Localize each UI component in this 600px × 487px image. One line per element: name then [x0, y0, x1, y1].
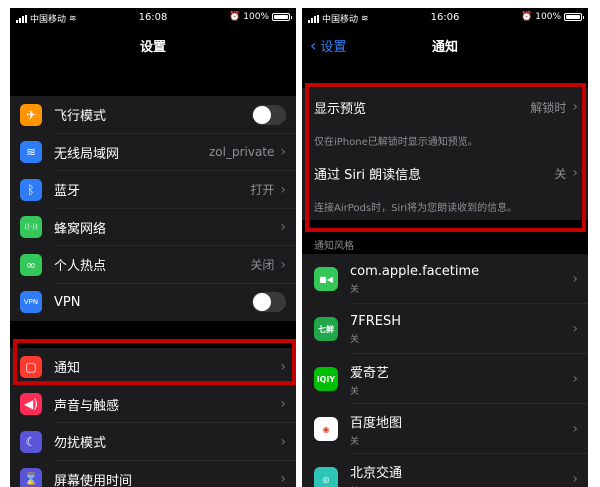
settings-row-moon[interactable]: ☾ 勿扰模式 ›	[10, 423, 296, 461]
settings-row-hotspot[interactable]: ∞ 个人热点 关闭 ›	[10, 246, 296, 284]
hourglass-icon: ⌛	[20, 468, 42, 487]
chevron-right-icon: ›	[572, 471, 578, 487]
cellular-icon: ((·))	[20, 216, 42, 239]
wifi-icon: ≋	[20, 141, 42, 164]
status-bar: 中国移动 ≋ 16:08 ⏰ 100%	[10, 8, 296, 28]
app-row-facetime[interactable]: ■◀ com.apple.facetime 关 ›	[302, 254, 588, 304]
chevron-right-icon: ›	[280, 471, 286, 487]
battery-percent: 100%	[243, 12, 269, 22]
app-notification-status: 关	[350, 436, 360, 447]
chevron-right-icon: ›	[280, 396, 286, 413]
highlight-notification-options	[305, 83, 586, 232]
7fresh-icon: 七鲜	[314, 317, 338, 341]
notification-style-label: 通知风格	[314, 241, 354, 252]
iqiyi-icon: iQIY	[314, 367, 338, 391]
app-name: 7FRESH	[350, 313, 402, 329]
settings-group-connectivity: ✈ 飞行模式 ≋ 无线局域网 zol_private › ᛒ 蓝牙 打开 › ((·)) 蜂窝网络 › ∞…	[10, 96, 296, 321]
facetime-icon: ■◀	[314, 267, 338, 291]
app-name: 百度地图	[350, 415, 403, 431]
alarm-icon: ⏰	[521, 12, 533, 22]
chevron-right-icon: ›	[280, 433, 286, 450]
settings-row-value: zol_private	[208, 145, 275, 160]
app-name: 北京交通	[350, 465, 403, 481]
beijing-transit-icon: ◎	[314, 467, 338, 487]
app-notification-status: 关	[350, 334, 360, 345]
settings-row-label: VPN	[54, 294, 81, 310]
vpn-toggle[interactable]	[252, 292, 286, 313]
app-notification-status: 关	[350, 484, 572, 487]
settings-row-vpn[interactable]: VPN VPN	[10, 284, 296, 322]
app-row-iqiyi[interactable]: iQIY 爱奇艺关 ›	[302, 354, 588, 404]
settings-row-label: 声音与触感	[54, 398, 120, 414]
notifications-screen: 中国移动 ≋ 16:06 ⏰ 100% ‹ 设置 通知 显示预览 解锁时 › 仅…	[302, 8, 588, 487]
airplane-toggle[interactable]	[252, 104, 286, 125]
app-name: com.apple.facetime	[350, 263, 480, 279]
settings-row-label: 无线局域网	[54, 146, 120, 162]
battery-percent: 100%	[535, 12, 561, 22]
settings-row-airplane[interactable]: ✈ 飞行模式	[10, 96, 296, 134]
alarm-icon: ⏰	[229, 12, 241, 22]
chevron-right-icon: ›	[280, 181, 286, 198]
bluetooth-icon: ᛒ	[20, 178, 42, 201]
moon-icon: ☾	[20, 430, 42, 453]
airplane-icon: ✈	[20, 103, 42, 126]
app-row-text: com.apple.facetime 关	[350, 264, 572, 295]
settings-row-label: 个人热点	[54, 259, 107, 275]
settings-row-wifi[interactable]: ≋ 无线局域网 zol_private ›	[10, 134, 296, 171]
page-title: 设置	[139, 40, 166, 55]
app-row-text: 北京交通关	[350, 462, 572, 487]
status-bar: 中国移动 ≋ 16:06 ⏰ 100%	[302, 8, 588, 28]
settings-row-hourglass[interactable]: ⌛ 屏幕使用时间 ›	[10, 461, 296, 487]
chevron-right-icon: ›	[572, 421, 578, 437]
chevron-right-icon: ›	[280, 219, 286, 236]
settings-row-label: 蜂窝网络	[54, 221, 107, 237]
app-row-beijing-transit[interactable]: ◎ 北京交通关›	[302, 454, 588, 487]
chevron-right-icon: ›	[280, 256, 286, 273]
settings-row-cellular[interactable]: ((·)) 蜂窝网络 ›	[10, 209, 296, 246]
hotspot-icon: ∞	[20, 253, 42, 276]
settings-screen: 中国移动 ≋ 16:08 ⏰ 100% 设置 ✈ 飞行模式 ≋ 无线局域网 zol_pr…	[10, 8, 296, 487]
page-title: 通知	[431, 40, 458, 55]
settings-row-label: 勿扰模式	[54, 436, 107, 452]
app-notification-status: 关	[350, 284, 360, 295]
app-row-7fresh[interactable]: 七鲜 7FRESH 关 ›	[302, 304, 588, 354]
battery-icon	[272, 13, 292, 21]
vpn-icon: VPN	[20, 291, 42, 314]
battery-icon	[564, 13, 584, 21]
highlight-notifications	[13, 339, 296, 385]
chevron-right-icon: ›	[572, 271, 578, 287]
chevron-right-icon: ›	[572, 321, 578, 337]
chevron-right-icon: ›	[572, 371, 578, 387]
baidu-map-icon: ◉	[314, 417, 338, 441]
settings-row-label: 飞行模式	[54, 109, 107, 125]
app-list: ■◀ com.apple.facetime 关 › 七鲜 7FRESH 关 › iQIY 爱奇艺关…	[302, 254, 588, 487]
settings-row-value: 打开	[250, 183, 275, 198]
app-row-text: 7FRESH 关	[350, 314, 572, 345]
app-row-text: 爱奇艺关	[350, 362, 572, 397]
chevron-right-icon: ›	[280, 144, 286, 161]
app-row-baidu-map[interactable]: ◉ 百度地图关 ›	[302, 404, 588, 454]
sound-icon: ◀)	[20, 393, 42, 416]
settings-row-value: 关闭	[250, 258, 275, 273]
app-name: 爱奇艺	[350, 365, 390, 381]
settings-row-label: 蓝牙	[54, 184, 81, 200]
settings-row-label: 屏幕使用时间	[54, 473, 133, 487]
app-notification-status: 关	[350, 386, 360, 397]
settings-row-sound[interactable]: ◀) 声音与触感 ›	[10, 386, 296, 423]
app-row-text: 百度地图关	[350, 412, 572, 447]
settings-row-bluetooth[interactable]: ᛒ 蓝牙 打开 ›	[10, 171, 296, 209]
